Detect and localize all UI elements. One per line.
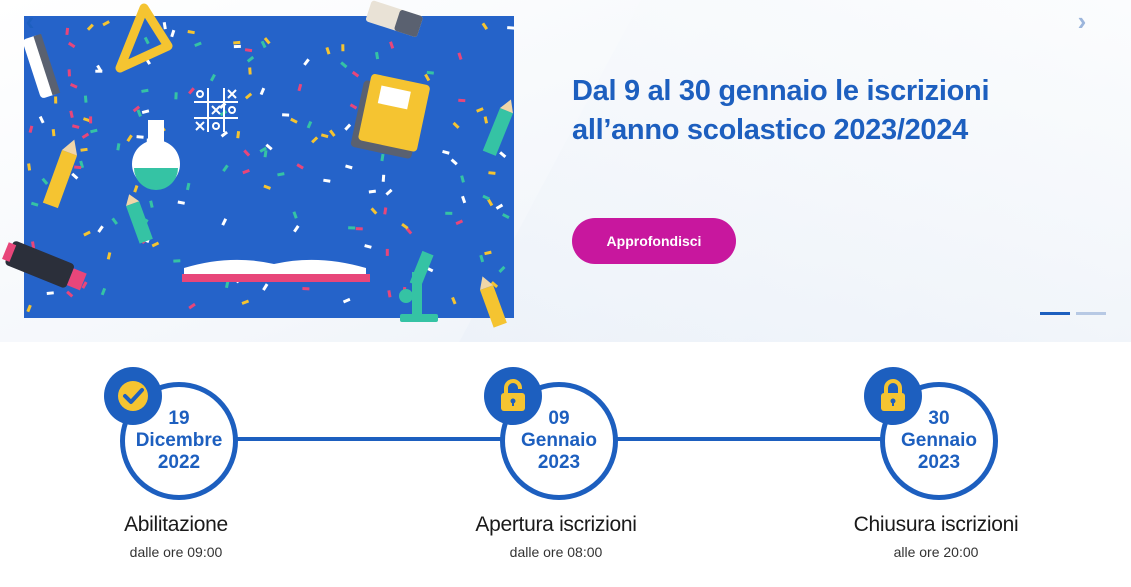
- carousel-dot-1[interactable]: [1040, 312, 1070, 315]
- confetti-piece: [136, 135, 144, 139]
- confetti-piece: [348, 226, 356, 230]
- confetti-piece: [233, 40, 241, 45]
- headline-line-1: Dal 9 al 30 gennaio le iscrizioni: [572, 75, 990, 107]
- confetti-piece: [355, 227, 363, 231]
- hero-carousel: ‹ › Dal 9 al 30 gennaio le iscrizioni al…: [0, 0, 1131, 342]
- confetti-piece: [445, 211, 453, 215]
- confetti-piece: [74, 165, 82, 170]
- enrollment-timeline: 19 Dicembre 2022 Abilitazione dalle ore …: [0, 342, 1131, 587]
- date-month: Dicembre: [135, 430, 223, 451]
- date-day: 09: [548, 408, 570, 429]
- chevron-left-icon: ‹: [25, 5, 35, 36]
- school-supplies-illustration: [2, 0, 515, 328]
- step-subtitle: dalle ore 08:00: [509, 544, 603, 560]
- confetti-piece: [302, 287, 310, 291]
- check-icon: [104, 367, 162, 425]
- confetti-piece: [174, 92, 178, 100]
- confetti-piece: [341, 44, 345, 52]
- hero-background-band: [417, 0, 1131, 342]
- unlocked-padlock-icon: [484, 367, 542, 425]
- date-month: Gennaio: [520, 430, 597, 451]
- carousel-dot-2[interactable]: [1076, 312, 1106, 315]
- locked-padlock-icon: [864, 367, 922, 425]
- date-day: 19: [168, 408, 190, 429]
- confetti-piece: [385, 248, 389, 256]
- confetti-piece: [458, 98, 466, 103]
- step-title: Chiusura iscrizioni: [853, 513, 1019, 536]
- confetti-piece: [381, 174, 386, 182]
- confetti-piece: [282, 113, 290, 117]
- confetti-piece: [173, 259, 181, 263]
- step-subtitle: dalle ore 09:00: [129, 544, 223, 560]
- carousel-next-button[interactable]: ›: [1070, 6, 1094, 36]
- headline-line-2: all’anno scolastico 2023/2024: [572, 114, 968, 146]
- carousel-prev-button[interactable]: ‹: [18, 6, 42, 36]
- carousel-indicators: [1040, 312, 1106, 315]
- step-title: Abilitazione: [124, 513, 228, 536]
- approfondisci-button[interactable]: Approfondisci: [572, 218, 736, 264]
- step-subtitle: alle ore 20:00: [893, 544, 979, 560]
- date-month: Gennaio: [900, 430, 977, 451]
- confetti-piece: [83, 95, 88, 103]
- step-title: Apertura iscrizioni: [475, 513, 637, 536]
- confetti-piece: [233, 44, 241, 49]
- date-day: 30: [928, 408, 950, 429]
- confetti-piece: [67, 69, 71, 77]
- date-year: 2022: [157, 452, 201, 473]
- confetti-piece: [248, 67, 252, 75]
- confetti-piece: [89, 116, 93, 124]
- chevron-right-icon: ›: [1077, 5, 1087, 36]
- confetti-piece: [507, 26, 515, 30]
- date-year: 2023: [537, 452, 581, 473]
- slide-headline: Dal 9 al 30 gennaio le iscrizioni all’an…: [572, 72, 1042, 150]
- confetti-piece: [54, 96, 58, 104]
- date-year: 2023: [917, 452, 961, 473]
